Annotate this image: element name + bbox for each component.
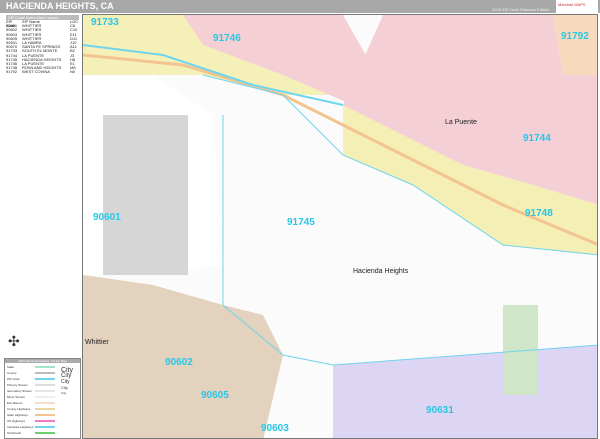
legend-city-label: City — [61, 385, 68, 390]
compass-icon: ✣ — [8, 333, 20, 349]
legend-swatch — [35, 420, 55, 422]
legend-label: Minor Streets — [7, 395, 25, 399]
legend-label: Interstate Highways — [7, 425, 34, 429]
legend-label: County Highways — [7, 407, 31, 411]
zip-label: 90601 — [93, 212, 121, 223]
legend-label: Toll Roads — [7, 431, 22, 435]
legend-swatch — [35, 402, 55, 404]
legend-label: County — [7, 371, 17, 375]
legend-item: US Highways — [7, 419, 55, 423]
zip-label: 91748 — [525, 208, 553, 219]
zip-label: 91792 — [561, 31, 589, 42]
legend-item: County Highways — [7, 407, 55, 411]
edition-label: 2023 ZIP Code Premium Edition — [492, 7, 550, 12]
legend-item: Toll Roads — [7, 431, 55, 435]
zip-index-table: ZIP Code Index/Grid Locator ZIP Code ZIP… — [6, 15, 79, 74]
place-label: Whittier — [85, 339, 109, 346]
zip-label: 90603 — [261, 423, 289, 434]
legend-label: ZIP Code — [7, 377, 20, 381]
logo: Marshall MAPS — [556, 0, 598, 14]
legend-swatch — [35, 408, 55, 410]
legend-swatch — [35, 372, 55, 374]
legend-swatch — [35, 384, 55, 386]
legend-label: Secondary Streets — [7, 389, 32, 393]
legend-label: State — [7, 365, 15, 369]
page-title: HACIENDA HEIGHTS, CA — [6, 1, 114, 11]
zip-label: 90631 — [426, 405, 454, 416]
legend-item: Secondary Streets — [7, 389, 55, 393]
legend-item: ZIP Code — [7, 377, 55, 381]
table-cell: N0 — [70, 69, 76, 75]
legend-label: Primary Streets — [7, 383, 28, 387]
map[interactable]: 91733 91746 91792 91744 91745 91748 9060… — [82, 14, 598, 439]
zip-label: 91733 — [91, 17, 119, 28]
map-canvas — [83, 15, 597, 438]
legend-swatch — [35, 366, 55, 368]
legend-city-label: City — [61, 391, 67, 395]
zip-label: 91745 — [287, 217, 315, 228]
zip-label: 91746 — [213, 33, 241, 44]
legend-title: 2023 Hacienda Heights, CA Zip Map — [5, 359, 80, 363]
legend: 2023 Hacienda Heights, CA Zip Map State C… — [4, 358, 81, 439]
legend-item: State — [7, 365, 55, 369]
legend-item: Primary Streets — [7, 383, 55, 387]
legend-label: US Highways — [7, 419, 26, 423]
legend-item: Exit Ramps — [7, 401, 55, 405]
table-row: 91792 WEST COVINA N0 — [6, 70, 79, 74]
place-label: La Puente — [445, 119, 477, 126]
zip-label: 90605 — [201, 390, 229, 401]
legend-swatch — [35, 396, 55, 398]
zip-label: 90602 — [165, 357, 193, 368]
table-cell: 91792 — [6, 69, 18, 75]
legend-item: State Highways — [7, 413, 55, 417]
table-cell: WEST COVINA — [22, 69, 50, 75]
zip-area-industrial — [103, 115, 188, 275]
legend-swatch — [35, 432, 55, 434]
legend-swatch — [35, 378, 55, 380]
legend-swatch — [35, 414, 55, 416]
legend-swatch — [35, 426, 55, 428]
legend-item: Minor Streets — [7, 395, 55, 399]
legend-label: Exit Ramps — [7, 401, 23, 405]
legend-item: Interstate Highways — [7, 425, 55, 429]
place-label: Hacienda Heights — [353, 268, 409, 275]
legend-swatch — [35, 390, 55, 392]
legend-label: State Highways — [7, 413, 28, 417]
header: HACIENDA HEIGHTS, CA 2023 ZIP Code Premi… — [0, 0, 600, 14]
zip-label: 91744 — [523, 133, 551, 144]
legend-item: County — [7, 371, 55, 375]
